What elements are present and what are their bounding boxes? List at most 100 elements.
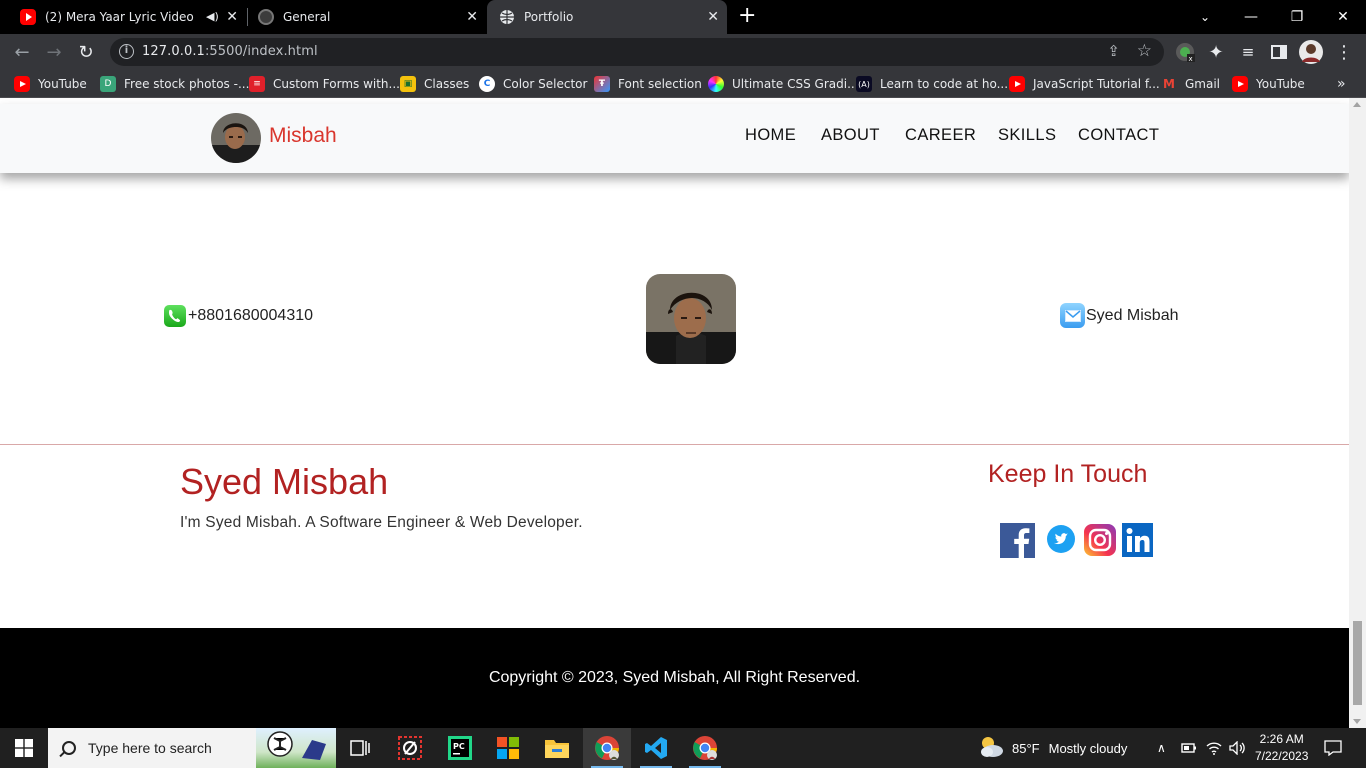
email-label: Syed Misbah bbox=[1086, 306, 1179, 324]
phone-number: +8801680004310 bbox=[188, 307, 314, 324]
minimize-button[interactable]: — bbox=[1228, 0, 1274, 34]
chrome-taskbar-icon[interactable] bbox=[583, 728, 631, 768]
page-scrollbar[interactable] bbox=[1349, 98, 1366, 728]
bookmark-label: Ultimate CSS Gradi... bbox=[732, 77, 859, 91]
phone-contact[interactable]: +8801680004310 bbox=[164, 305, 313, 327]
weather-widget[interactable]: 85°F Mostly cloudy bbox=[978, 728, 1127, 768]
extensions-puzzle-icon[interactable]: ✦ bbox=[1204, 40, 1228, 64]
taskbar-search-box[interactable]: Type here to search bbox=[48, 728, 336, 768]
brand-name[interactable]: Misbah bbox=[269, 124, 337, 148]
task-view-icon[interactable] bbox=[336, 728, 384, 768]
bookmark-label: Gmail bbox=[1185, 77, 1221, 91]
close-window-button[interactable]: ✕ bbox=[1320, 0, 1366, 34]
chrome-profile-taskbar-icon[interactable] bbox=[681, 728, 729, 768]
scrollbar-thumb[interactable] bbox=[1353, 621, 1362, 705]
battery-icon[interactable] bbox=[1181, 728, 1197, 768]
bookmark-item[interactable]: ▣ Classes bbox=[400, 76, 469, 92]
address-url[interactable]: 127.0.0.1:5500/index.html bbox=[142, 44, 318, 59]
nav-skills[interactable]: SKILLS bbox=[998, 126, 1056, 145]
gmail-icon: M bbox=[1163, 77, 1175, 91]
bookmark-item[interactable]: M Gmail bbox=[1161, 76, 1220, 92]
close-tab-icon[interactable]: ✕ bbox=[707, 9, 719, 25]
scroll-down-arrow-icon[interactable] bbox=[1353, 719, 1361, 724]
wifi-icon[interactable] bbox=[1206, 728, 1222, 768]
avatar[interactable] bbox=[211, 113, 261, 163]
email-contact[interactable]: Syed Misbah bbox=[1060, 303, 1179, 328]
close-tab-icon[interactable]: ✕ bbox=[466, 9, 478, 25]
youtube-icon bbox=[1232, 76, 1248, 92]
tab-github[interactable]: General ✕ bbox=[248, 0, 486, 34]
nav-home[interactable]: HOME bbox=[745, 126, 796, 145]
site-info-icon[interactable]: i bbox=[119, 44, 134, 59]
bookmark-item[interactable]: ≡ Custom Forms with... bbox=[249, 76, 400, 92]
browser-tab-strip: (2) Mera Yaar Lyric Video - Bl ◀) ✕ Gene… bbox=[0, 0, 1366, 34]
linkedin-icon[interactable] bbox=[1122, 523, 1153, 561]
search-placeholder: Type here to search bbox=[88, 740, 212, 756]
clock[interactable]: 2:26 AM 7/22/2023 bbox=[1255, 728, 1308, 768]
section-divider bbox=[0, 444, 1349, 445]
phone-icon bbox=[164, 305, 186, 327]
address-bar[interactable]: i 127.0.0.1:5500/index.html ⇪ ☆ bbox=[110, 38, 1164, 66]
gradient-icon bbox=[708, 76, 724, 92]
close-tab-icon[interactable]: ✕ bbox=[226, 9, 238, 25]
pycharm-icon[interactable]: PC bbox=[436, 728, 484, 768]
search-highlight-icon bbox=[256, 728, 336, 768]
restore-button[interactable]: ❐ bbox=[1274, 0, 1320, 34]
audio-playing-icon[interactable]: ◀) bbox=[206, 10, 219, 23]
mail-icon bbox=[1060, 303, 1085, 328]
weather-temp: 85°F bbox=[1012, 740, 1040, 756]
youtube-icon bbox=[1009, 76, 1025, 92]
bookmark-item[interactable]: D Free stock photos -... bbox=[100, 76, 249, 92]
windows-app-icon[interactable] bbox=[484, 728, 532, 768]
chrome-menu-icon[interactable]: ⋮ bbox=[1332, 40, 1356, 64]
forms-icon: ≡ bbox=[249, 76, 265, 92]
side-panel-icon[interactable] bbox=[1267, 40, 1291, 64]
github-icon bbox=[258, 9, 274, 25]
vscode-icon[interactable] bbox=[632, 728, 680, 768]
bookmark-item[interactable]: Ultimate CSS Gradi... bbox=[708, 76, 859, 92]
bookmark-item[interactable]: C Color Selector bbox=[479, 76, 587, 92]
new-tab-button[interactable]: + bbox=[738, 5, 756, 27]
bookmark-item[interactable]: JavaScript Tutorial f... bbox=[1009, 76, 1160, 92]
tab-title: General bbox=[283, 10, 331, 24]
volume-icon[interactable] bbox=[1229, 728, 1247, 768]
profile-avatar[interactable] bbox=[1299, 40, 1323, 64]
bookmark-label: Free stock photos -... bbox=[124, 77, 250, 91]
bookmark-item[interactable]: (A) Learn to code at ho... bbox=[856, 76, 1008, 92]
scroll-up-arrow-icon[interactable] bbox=[1353, 102, 1361, 107]
svg-text:x: x bbox=[1189, 55, 1193, 63]
bookmark-item[interactable]: YouTube bbox=[1232, 76, 1305, 92]
nav-contact[interactable]: CONTACT bbox=[1078, 126, 1159, 145]
bookmark-label: Custom Forms with... bbox=[273, 77, 400, 91]
share-icon[interactable]: ⇪ bbox=[1107, 42, 1120, 60]
bookmark-star-icon[interactable]: ☆ bbox=[1137, 41, 1152, 61]
bookmark-item[interactable]: YouTube bbox=[14, 76, 87, 92]
media-control-icon[interactable]: ≡ bbox=[1236, 40, 1260, 64]
footer-name: Syed Misbah bbox=[180, 461, 389, 502]
extension-icon[interactable]: x bbox=[1173, 40, 1197, 64]
bookmark-item[interactable]: Ŧ Font selection bbox=[594, 76, 702, 92]
color-selector-icon: C bbox=[479, 76, 495, 92]
reload-icon[interactable]: ↻ bbox=[74, 40, 98, 64]
bookmarks-bar: YouTube D Free stock photos -... ≡ Custom … bbox=[0, 70, 1366, 98]
forward-arrow-icon[interactable]: → bbox=[42, 40, 66, 64]
twitter-icon[interactable] bbox=[1047, 525, 1075, 557]
more-bookmarks-chevron-icon[interactable]: » bbox=[1337, 76, 1346, 92]
bookmark-label: Classes bbox=[424, 77, 470, 91]
windows-start-icon[interactable] bbox=[0, 728, 48, 768]
bookmark-label: YouTube bbox=[1256, 77, 1305, 91]
font-icon: Ŧ bbox=[594, 76, 610, 92]
instagram-icon[interactable] bbox=[1084, 524, 1116, 560]
nav-career[interactable]: CAREER bbox=[905, 126, 976, 145]
facebook-icon[interactable] bbox=[1000, 523, 1035, 562]
tab-youtube[interactable]: (2) Mera Yaar Lyric Video - Bl ◀) ✕ bbox=[8, 0, 246, 34]
snipping-tool-icon[interactable] bbox=[386, 728, 434, 768]
tab-search-chevron-icon[interactable]: ⌄ bbox=[1182, 0, 1228, 34]
file-explorer-icon[interactable] bbox=[533, 728, 581, 768]
browser-toolbar: ← → ↻ i 127.0.0.1:5500/index.html ⇪ ☆ x … bbox=[0, 34, 1366, 70]
show-hidden-icons-chevron-icon[interactable]: ∧ bbox=[1157, 728, 1166, 768]
notification-icon[interactable] bbox=[1324, 728, 1342, 768]
back-arrow-icon[interactable]: ← bbox=[10, 40, 34, 64]
tab-portfolio[interactable]: Portfolio ✕ bbox=[487, 0, 727, 34]
nav-about[interactable]: ABOUT bbox=[821, 126, 880, 145]
